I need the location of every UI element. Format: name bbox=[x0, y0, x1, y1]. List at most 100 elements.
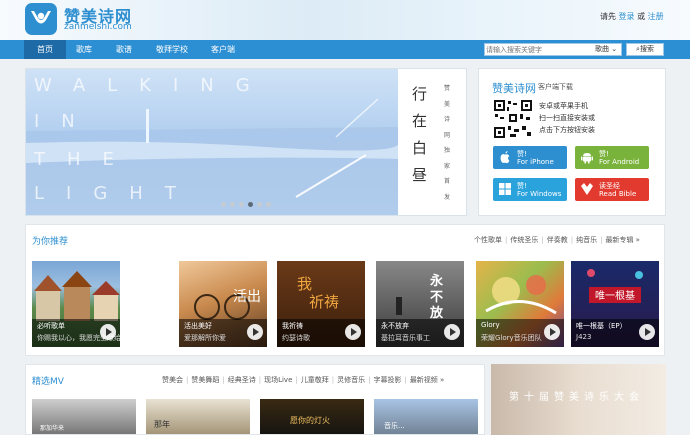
download-windows-button[interactable]: 赞! For Windows bbox=[493, 178, 567, 201]
mv-link-kids-worship[interactable]: 儿童敬拜 bbox=[301, 376, 329, 384]
logo-icon[interactable] bbox=[25, 3, 57, 35]
search-input[interactable] bbox=[486, 44, 590, 55]
banner-carousel[interactable]: WALKING IN THE LIGHT 行在白昼 赞美诗网独家首发 bbox=[25, 68, 467, 216]
app-panel-title: 赞美诗网 bbox=[492, 82, 536, 95]
album-card[interactable]: 活出 活出美好 爱那解所你爱 bbox=[179, 261, 267, 347]
album-card[interactable]: 唯一根基 唯一根基（EP） J423 bbox=[571, 261, 659, 347]
search-type-select[interactable]: 歌曲 ⌄ bbox=[595, 44, 623, 55]
divider: | bbox=[404, 376, 407, 384]
windows-icon bbox=[499, 183, 511, 195]
login-prompt: 请先 bbox=[600, 12, 616, 21]
album-card[interactable]: 必听歌单 你赐我以心，我愿完全献给于你 bbox=[32, 261, 120, 347]
divider: | bbox=[222, 376, 225, 384]
album-subtitle: 约瑟诗歌 bbox=[282, 334, 310, 342]
mv-link-live[interactable]: 现场Live bbox=[264, 376, 292, 384]
or-text: 或 bbox=[637, 12, 646, 21]
album-caption: 必听歌单 你赐我以心，我愿完全献给于你 bbox=[32, 319, 120, 347]
mv-link-classic-hymns[interactable]: 经典圣诗 bbox=[228, 376, 256, 384]
banner-word-the: THE bbox=[34, 149, 136, 170]
album-caption: 唯一根基（EP） J423 bbox=[571, 319, 659, 347]
link-pure-music[interactable]: 纯音乐 bbox=[576, 236, 597, 244]
album-title: 唯一根基（EP） bbox=[576, 322, 627, 330]
mv-thumbnail[interactable]: 愿你的灯火 bbox=[260, 399, 364, 434]
register-link[interactable]: 注册 bbox=[648, 12, 664, 21]
carousel-dot[interactable] bbox=[266, 202, 271, 207]
carousel-dot[interactable] bbox=[239, 202, 244, 207]
read-bible-button[interactable]: 读圣经 Read Bible bbox=[575, 178, 649, 201]
play-icon[interactable] bbox=[247, 324, 263, 340]
qr-text-3: 点击下方按钮安装 bbox=[539, 126, 595, 134]
mv-link-latest-videos[interactable]: 最新视频 » bbox=[410, 376, 445, 384]
mv-link-praise-dance[interactable]: 赞美舞蹈 bbox=[191, 376, 219, 384]
mv-title: 精选MV bbox=[32, 377, 64, 387]
mv-thumbnail[interactable]: 音乐... bbox=[374, 399, 478, 434]
mv-thumbnail[interactable]: 那年 bbox=[146, 399, 250, 434]
album-subtitle: J423 bbox=[576, 333, 592, 341]
bible-icon bbox=[581, 183, 593, 195]
apple-icon bbox=[500, 151, 510, 164]
worship-hands-icon bbox=[31, 11, 51, 24]
mv-link-praise-meeting[interactable]: 赞美会 bbox=[162, 376, 183, 384]
poem-title: 行在白昼 bbox=[412, 85, 428, 184]
mv-thumbnail[interactable]: 那加华来 bbox=[32, 399, 136, 434]
search-button-label: 搜索 bbox=[639, 45, 654, 53]
svg-text:永: 永 bbox=[429, 273, 444, 289]
banner-word-walking: WALKING bbox=[34, 75, 272, 96]
link-accompaniment[interactable]: 伴奏教 bbox=[547, 236, 568, 244]
qr-text-1: 安卓或苹果手机 bbox=[539, 102, 588, 110]
divider: | bbox=[295, 376, 298, 384]
qr-code-icon bbox=[493, 99, 533, 139]
svg-text:活出: 活出 bbox=[233, 289, 261, 305]
nav-worship-school[interactable]: 敬拜学校 bbox=[152, 40, 192, 59]
album-title: Glory bbox=[481, 321, 500, 329]
link-playlists[interactable]: 个性歌单 bbox=[474, 236, 502, 244]
album-title: 永不放弃 bbox=[381, 322, 409, 330]
qr-text-2: 扫一扫直接安装或 bbox=[539, 114, 595, 122]
android-label-2: For Android bbox=[599, 158, 640, 166]
mv-link-lyric-projection[interactable]: 字幕投影 bbox=[373, 376, 401, 384]
mv-thumb-text: 愿你的灯火 bbox=[290, 416, 330, 425]
album-title: 我祈祷 bbox=[282, 322, 303, 330]
svg-text:不: 不 bbox=[430, 290, 443, 305]
link-traditional[interactable]: 传统圣乐 bbox=[510, 236, 538, 244]
chevron-down-icon: ⌄ bbox=[609, 45, 618, 53]
nav-home[interactable]: 首页 bbox=[24, 40, 66, 59]
svg-text:祈祷: 祈祷 bbox=[309, 293, 339, 311]
svg-text:我: 我 bbox=[297, 275, 312, 293]
search-button[interactable]: ⌕搜索 bbox=[626, 43, 664, 56]
play-icon[interactable] bbox=[639, 324, 655, 340]
site-header: 赞美诗网 zanmeishi.com 请先 登录 或 注册 bbox=[0, 0, 690, 40]
link-new-albums[interactable]: 最新专辑 » bbox=[605, 236, 640, 244]
carousel-dot-active[interactable] bbox=[248, 202, 253, 207]
login-link[interactable]: 登录 bbox=[619, 12, 635, 21]
divider: | bbox=[258, 376, 262, 384]
album-card[interactable]: 永 不 放 永不放弃 基拉耳音乐事工 bbox=[376, 261, 464, 347]
carousel-dot[interactable] bbox=[257, 202, 262, 207]
play-icon[interactable] bbox=[544, 324, 560, 340]
download-iphone-button[interactable]: 赞! For iPhone bbox=[493, 146, 567, 169]
album-card[interactable]: Glory 荣耀Glory音乐团队 bbox=[476, 261, 564, 347]
poem-subtitle: 赞美诗网独家首发 bbox=[444, 85, 451, 201]
download-android-button[interactable]: 赞! For Android bbox=[575, 146, 649, 169]
iphone-label-2: For iPhone bbox=[517, 158, 554, 166]
recommend-title: 为你推荐 bbox=[32, 237, 69, 247]
album-card[interactable]: 我 祈祷 我祈祷 约瑟诗歌 bbox=[277, 261, 365, 347]
mv-link-devotional[interactable]: 灵修音乐 bbox=[337, 376, 365, 384]
promo-banner[interactable]: 第十届赞美诗乐大会 bbox=[491, 364, 666, 435]
nav-client[interactable]: 客户端 bbox=[206, 40, 240, 59]
recommend-links: 个性歌单 | 传统圣乐 | 伴奏教 | 纯音乐 | 最新专辑 » bbox=[474, 235, 640, 245]
mv-thumb-text: 那年 bbox=[154, 420, 170, 429]
nav-song-library[interactable]: 歌库 bbox=[70, 40, 98, 59]
divider: | bbox=[541, 236, 544, 244]
carousel-dot[interactable] bbox=[230, 202, 235, 207]
mv-thumb-text: 音乐... bbox=[384, 422, 405, 430]
play-icon[interactable] bbox=[345, 324, 361, 340]
carousel-dot[interactable] bbox=[221, 202, 226, 207]
nav-sheet-music[interactable]: 歌谱 bbox=[110, 40, 138, 59]
album-subtitle: 荣耀Glory音乐团队 bbox=[481, 334, 542, 342]
play-icon[interactable] bbox=[100, 324, 116, 340]
album-caption: 我祈祷 约瑟诗歌 bbox=[277, 319, 365, 347]
play-icon[interactable] bbox=[444, 324, 460, 340]
app-download-panel: 赞美诗网 客户端下载 安卓或苹果手机 扫一扫直接安装或 点击下方按钮安装 赞! … bbox=[478, 68, 666, 216]
bible-label-2: Read Bible bbox=[599, 190, 637, 198]
